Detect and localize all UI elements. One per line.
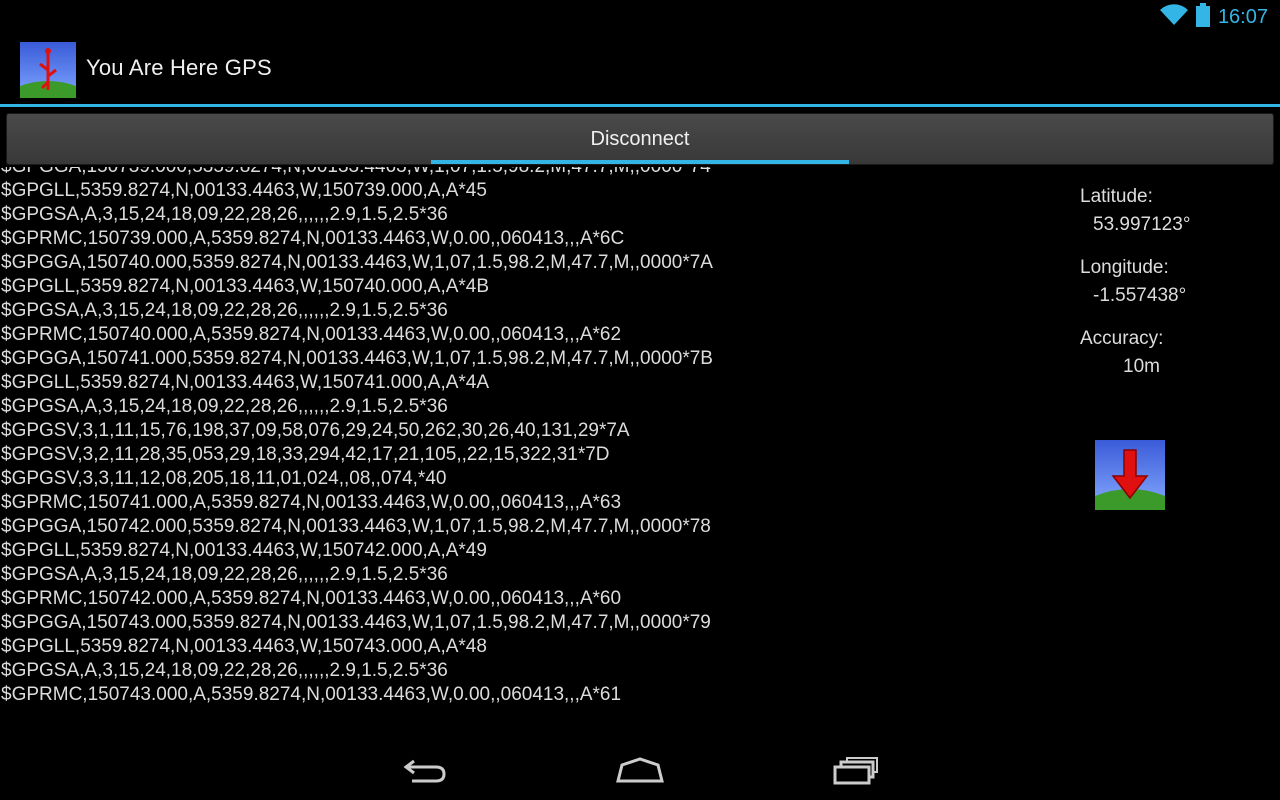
nmea-line: $GPRMC,150740.000,A,5359.8274,N,00133.44… [1,324,622,345]
action-bar-divider [0,104,1280,107]
nmea-log[interactable]: $GPGGA,150739.000,5359.8274,N,00133.4463… [0,167,1060,727]
longitude-value: -1.557438° [1093,285,1187,306]
nmea-line: $GPGLL,5359.8274,N,00133.4463,W,150743.0… [1,636,487,657]
nmea-line: $GPGLL,5359.8274,N,00133.4463,W,150741.0… [1,372,490,393]
download-arrow-icon [1095,440,1165,510]
home-icon [616,757,664,783]
battery-icon [1195,3,1210,31]
nmea-line: $GPGLL,5359.8274,N,00133.4463,W,150740.0… [1,276,490,297]
accuracy-label: Accuracy: [1080,328,1164,349]
info-panel: Latitude: 53.997123° Longitude: -1.55743… [1080,186,1270,399]
longitude-label: Longitude: [1080,257,1169,278]
latitude-value: 53.997123° [1093,214,1191,235]
nmea-line: $GPGSV,3,3,11,12,08,205,18,11,01,024,,08… [1,468,447,489]
status-bar: 16:07 [0,0,1280,34]
nmea-log-lines: $GPGGA,150739.000,5359.8274,N,00133.4463… [1,167,713,707]
back-button[interactable] [394,752,454,788]
disconnect-button[interactable]: Disconnect [6,113,1274,165]
nmea-line: $GPRMC,150739.000,A,5359.8274,N,00133.44… [1,228,625,249]
accuracy-value: 10m [1123,356,1160,377]
nmea-line: $GPGGA,150740.000,5359.8274,N,00133.4463… [1,252,713,273]
disconnect-button-indicator [431,160,849,164]
back-icon [403,759,446,783]
nmea-line: $GPGGA,150743.000,5359.8274,N,00133.4463… [1,612,711,633]
wifi-icon [1159,4,1188,30]
nmea-line: $GPGSA,A,3,15,24,18,09,22,28,26,,,,,,2.9… [1,564,448,585]
nmea-line: $GPRMC,150743.000,A,5359.8274,N,00133.44… [1,684,622,705]
nmea-line: $GPGGA,150741.000,5359.8274,N,00133.4463… [1,348,713,369]
app-logo-icon[interactable] [20,42,76,98]
home-button[interactable] [610,752,670,788]
download-button[interactable] [1095,440,1165,510]
clock: 16:07 [1217,5,1268,28]
nmea-line: $GPGSA,A,3,15,24,18,09,22,28,26,,,,,,2.9… [1,204,448,225]
action-bar: You Are Here GPS [0,34,1280,104]
recent-apps-icon [833,757,878,785]
latitude-label: Latitude: [1080,186,1153,207]
app-title: You Are Here GPS [86,55,272,80]
status-icons: 16:07 [1159,3,1268,31]
nmea-line: $GPGSA,A,3,15,24,18,09,22,28,26,,,,,,2.9… [1,396,448,417]
nmea-line: $GPGSA,A,3,15,24,18,09,22,28,26,,,,,,2.9… [1,660,448,681]
nmea-line: $GPGLL,5359.8274,N,00133.4463,W,150742.0… [1,540,487,561]
nmea-line: $GPRMC,150741.000,A,5359.8274,N,00133.44… [1,492,622,513]
nmea-line: $GPGSV,3,2,11,28,35,053,29,18,33,294,42,… [1,444,610,465]
nmea-line: $GPGGA,150739.000,5359.8274,N,00133.4463… [1,167,713,179]
nmea-line: $GPGGA,150742.000,5359.8274,N,00133.4463… [1,516,711,537]
navigation-bar [0,740,1280,800]
nmea-line: $GPGLL,5359.8274,N,00133.4463,W,150739.0… [1,180,487,201]
nmea-line: $GPRMC,150742.000,A,5359.8274,N,00133.44… [1,588,622,609]
nmea-line: $GPGSA,A,3,15,24,18,09,22,28,26,,,,,,2.9… [1,300,448,321]
nmea-line: $GPGSV,3,1,11,15,76,198,37,09,58,076,29,… [1,420,630,441]
recent-apps-button[interactable] [826,752,886,788]
